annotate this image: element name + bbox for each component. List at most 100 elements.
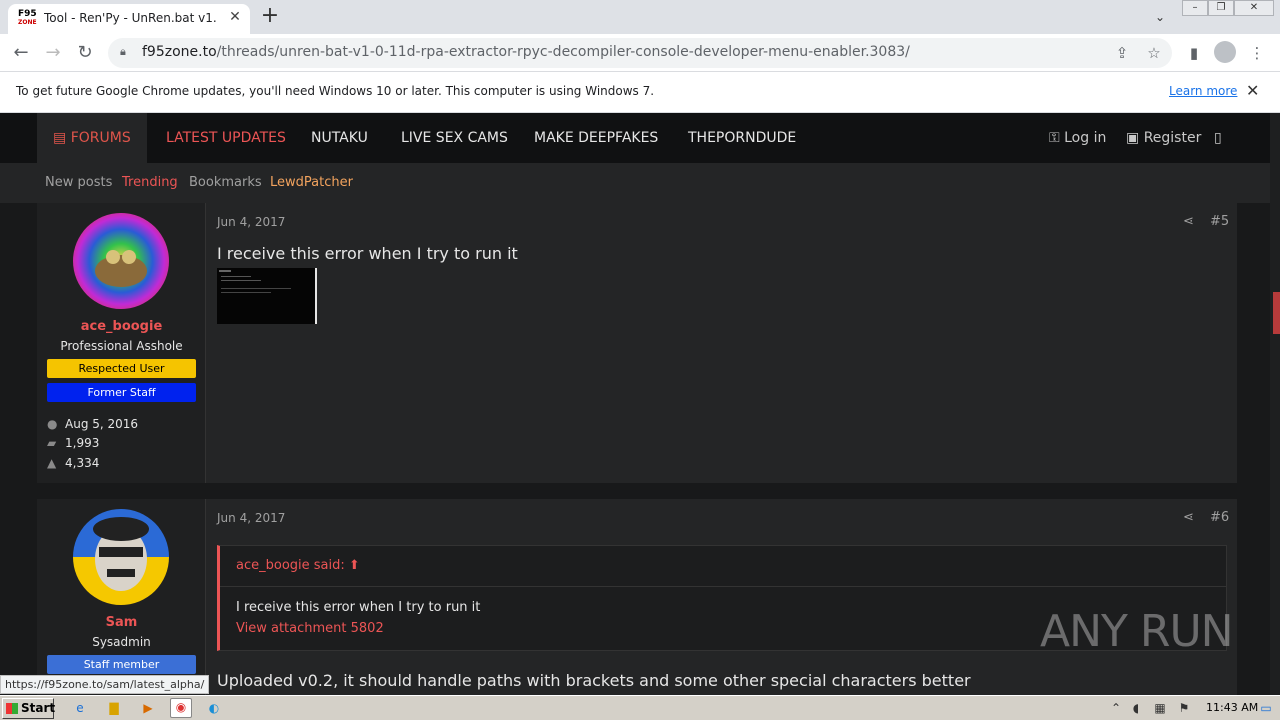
restore-window-icon[interactable]: ❐ [1208,0,1234,16]
nav-live-sex-cams[interactable]: LIVE SEX CAMS [401,113,508,163]
quote-author-label: ace_boogie said: [236,558,345,573]
user-title: Sysadmin [92,635,151,649]
windows-logo-icon [6,703,18,714]
learn-more-link[interactable]: Learn more [1169,84,1237,98]
profile-avatar-icon[interactable] [1214,41,1236,63]
bookmark-star-icon[interactable]: ☆ [1144,43,1164,63]
badge-former-staff: Former Staff [47,383,196,402]
subnav-trending[interactable]: Trending [122,163,178,203]
scrollbar-thumb[interactable] [1273,292,1280,334]
close-window-icon[interactable]: ✕ [1234,0,1274,16]
infobar-message: To get future Google Chrome updates, you… [16,84,655,98]
attachment-thumbnail[interactable] [217,268,317,324]
url-path: /threads/unren-bat-v1-0-11d-rpa-extracto… [216,44,910,60]
share-icon[interactable]: ⇪ [1112,43,1132,63]
badge-respected-user: Respected User [47,359,196,378]
url-text[interactable]: f95zone.to/threads/unren-bat-v1-0-11d-rp… [142,44,910,60]
side-panel-icon[interactable]: ▮ [1183,42,1205,64]
subnav-new-posts[interactable]: New posts [45,163,112,203]
login-label: Log in [1064,130,1107,146]
system-clock[interactable]: 11:43 AM [1206,701,1258,714]
username[interactable]: ace_boogie [37,319,206,334]
quote-divider [220,586,1226,587]
more-menu-icon[interactable]: ⋮ [1246,42,1268,64]
nav-latest-updates[interactable]: LATEST UPDATES [166,113,286,163]
chrome-icon[interactable]: ◉ [170,698,192,718]
new-tab-icon[interactable]: + [258,4,282,28]
arrow-up-circle-icon[interactable]: ⬆ [349,558,360,573]
quote-author[interactable]: ace_boogie said: ⬆ [236,558,360,573]
badge-staff-member: Staff member [47,655,196,674]
ie-icon[interactable]: e [72,700,88,716]
site-favicon-icon: F95 ZONE [18,10,37,28]
avatar[interactable] [73,213,169,309]
forward-arrow-icon[interactable]: → [40,40,66,66]
post-number[interactable]: #5 [1210,214,1229,229]
quote-text: I receive this error when I try to run i… [236,600,481,615]
forums-icon: ▤ [53,130,71,146]
start-button[interactable]: Start [2,698,56,719]
reactions-value: 4,334 [65,456,100,470]
media-player-icon[interactable]: ▶ [140,700,156,716]
minimize-window-icon[interactable]: – [1182,0,1208,16]
share-icon[interactable]: ⋖ [1183,214,1194,229]
page-scrollbar[interactable] [1270,113,1280,695]
update-infobar: To get future Google Chrome updates, you… [0,72,1280,113]
post-number[interactable]: #6 [1210,510,1229,525]
edge-icon[interactable]: ◐ [206,700,222,716]
user-info-panel: Sam Sysadmin Staff member [37,499,206,695]
network-icon[interactable]: ▦ [1152,700,1168,716]
subnav-lewdpatcher[interactable]: LewdPatcher [270,163,353,203]
nav-nutaku[interactable]: NUTAKU [311,113,368,163]
register-icon: ▣ [1126,130,1144,146]
message-count: ▰ 1,993 [47,436,99,450]
volume-icon[interactable]: ◖ [1128,700,1144,716]
site-subnavigation: New posts Trending Bookmarks LewdPatcher [0,163,1280,203]
post-date[interactable]: Jun 4, 2017 [217,511,285,525]
register-link[interactable]: ▣ Register [1126,113,1201,163]
chevron-down-icon[interactable]: ⌄ [1150,7,1170,27]
action-center-flag-icon[interactable]: ⚑ [1176,700,1192,716]
post: ace_boogie Professional Asshole Respecte… [37,203,1237,483]
view-attachment-link[interactable]: View attachment 5802 [236,621,384,636]
nav-make-deepfakes[interactable]: MAKE DEEPFAKES [534,113,658,163]
register-label: Register [1143,130,1202,146]
user-icon: ● [47,417,58,431]
joined-date: ● Aug 5, 2016 [47,417,138,431]
tray-expand-icon[interactable]: ⌃ [1108,700,1124,716]
reload-icon[interactable]: ↻ [72,40,98,66]
infobar-close-icon[interactable]: ✕ [1246,81,1259,100]
address-bar[interactable]: 🔒︎ f95zone.to/threads/unren-bat-v1-0-11d… [108,38,1172,68]
avatar[interactable] [73,509,169,605]
show-desktop-icon[interactable]: ▭ [1258,700,1274,716]
folder-icon[interactable]: ▇ [106,700,122,716]
url-domain: f95zone.to [142,44,217,60]
start-label: Start [21,701,56,715]
messages-value: 1,993 [65,436,100,450]
comments-icon: ▰ [47,436,57,450]
browser-toolbar: ← → ↻ 🔒︎ f95zone.to/threads/unren-bat-v1… [0,34,1280,72]
joined-value: Aug 5, 2016 [65,417,139,431]
avatar-image [73,213,169,309]
post: Sam Sysadmin Staff member Jun 4, 2017 ⋖ … [37,499,1237,695]
link-status-bar: https://f95zone.to/sam/latest_alpha/ [0,675,210,694]
username[interactable]: Sam [37,615,206,630]
nav-forums[interactable]: ▤ FORUMS [37,113,147,163]
nav-theporndude[interactable]: THEPORNDUDE [688,113,796,163]
site-navigation: ▤ FORUMS LATEST UPDATES NUTAKU LIVE SEX … [0,113,1280,163]
favicon-subtext: ZONE [18,19,37,26]
subnav-bookmarks[interactable]: Bookmarks [189,163,262,203]
user-info-panel: ace_boogie Professional Asshole Respecte… [37,203,206,483]
mobile-menu-icon[interactable]: ▯ [1214,113,1222,163]
windows-taskbar: Start e ▇ ▶ ◉ ◐ ⌃ ◖ ▦ ⚑ 11:43 AM ▭ [0,695,1280,720]
share-icon[interactable]: ⋖ [1183,510,1194,525]
nav-forums-label: FORUMS [70,130,131,146]
browser-tab[interactable]: F95 ZONE Tool - Ren'Py - UnRen.bat v1.0.… [8,4,250,34]
tab-close-icon[interactable]: ✕ [226,8,244,26]
lock-icon[interactable]: 🔒︎ [120,45,132,59]
post-body: I receive this error when I try to run i… [217,244,518,263]
tab-title: Tool - Ren'Py - UnRen.bat v1.0.11d [44,11,216,25]
login-link[interactable]: ⚿ Log in [1049,113,1106,163]
back-arrow-icon[interactable]: ← [8,40,34,66]
post-date[interactable]: Jun 4, 2017 [217,215,285,229]
